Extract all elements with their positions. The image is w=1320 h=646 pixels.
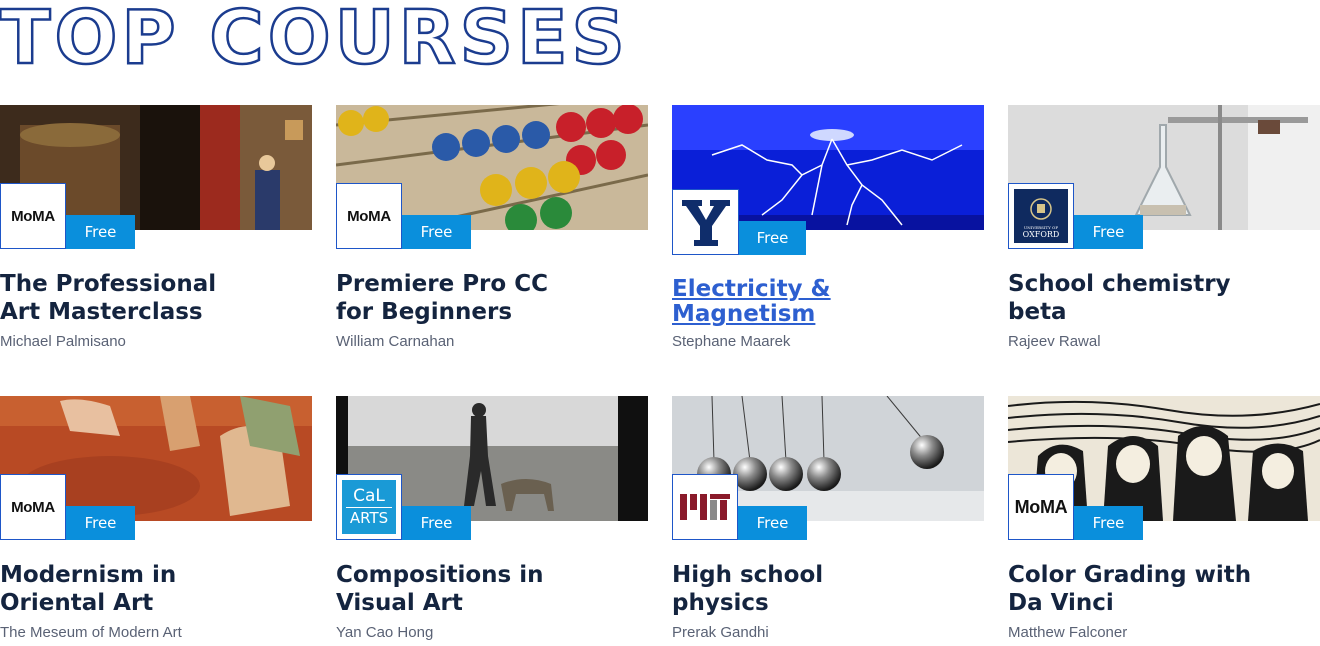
- moma-logo: MoMA: [1008, 474, 1074, 540]
- course-author: Prerak Gandhi: [672, 624, 769, 641]
- course-title[interactable]: The Professional Art Masterclass: [0, 270, 300, 326]
- svg-text:OXFORD: OXFORD: [1023, 230, 1060, 239]
- course-author: Michael Palmisano: [0, 333, 126, 350]
- calarts-divider: [346, 507, 392, 508]
- moma-logo: MoMA: [0, 183, 66, 249]
- course-title[interactable]: Compositions in Visual Art: [336, 561, 636, 617]
- yale-y-icon: [681, 200, 730, 246]
- free-badge: Free: [738, 506, 807, 540]
- course-title[interactable]: Premiere Pro CC for Beginners: [336, 270, 636, 326]
- moma-logo: MoMA: [336, 183, 402, 249]
- oxford-crest-icon: UNIVERSITY OF OXFORD: [1014, 189, 1068, 243]
- course-title[interactable]: Color Grading with Da Vinci: [1008, 561, 1308, 617]
- free-badge: Free: [402, 215, 471, 249]
- free-badge: Free: [1074, 506, 1143, 540]
- course-author: Stephane Maarek: [672, 333, 791, 350]
- free-badge: Free: [66, 215, 135, 249]
- course-author: The Meseum of Modern Art: [0, 624, 182, 641]
- calarts-mark: CaL ARTS: [342, 480, 396, 534]
- course-title[interactable]: Modernism in Oriental Art: [0, 561, 300, 617]
- moma-logo: MoMA: [0, 474, 66, 540]
- course-author: Yan Cao Hong: [336, 624, 434, 641]
- free-badge: Free: [739, 221, 806, 255]
- course-author: Rajeev Rawal: [1008, 333, 1101, 350]
- free-badge: Free: [1074, 215, 1143, 249]
- mit-logo: [672, 474, 738, 540]
- free-badge: Free: [402, 506, 471, 540]
- course-author: William Carnahan: [336, 333, 455, 350]
- calarts-logo: CaL ARTS: [336, 474, 402, 540]
- course-author: Matthew Falconer: [1008, 624, 1128, 641]
- course-title[interactable]: High school physics: [672, 561, 972, 617]
- course-title[interactable]: School chemistry beta: [1008, 270, 1308, 326]
- oxford-logo: UNIVERSITY OF OXFORD: [1008, 183, 1074, 249]
- page-title: TOP COURSES: [0, 0, 629, 81]
- yale-logo: [672, 189, 739, 255]
- mit-wordmark-icon: [680, 494, 730, 520]
- course-title[interactable]: Electricity & Magnetism: [672, 277, 972, 327]
- free-badge: Free: [66, 506, 135, 540]
